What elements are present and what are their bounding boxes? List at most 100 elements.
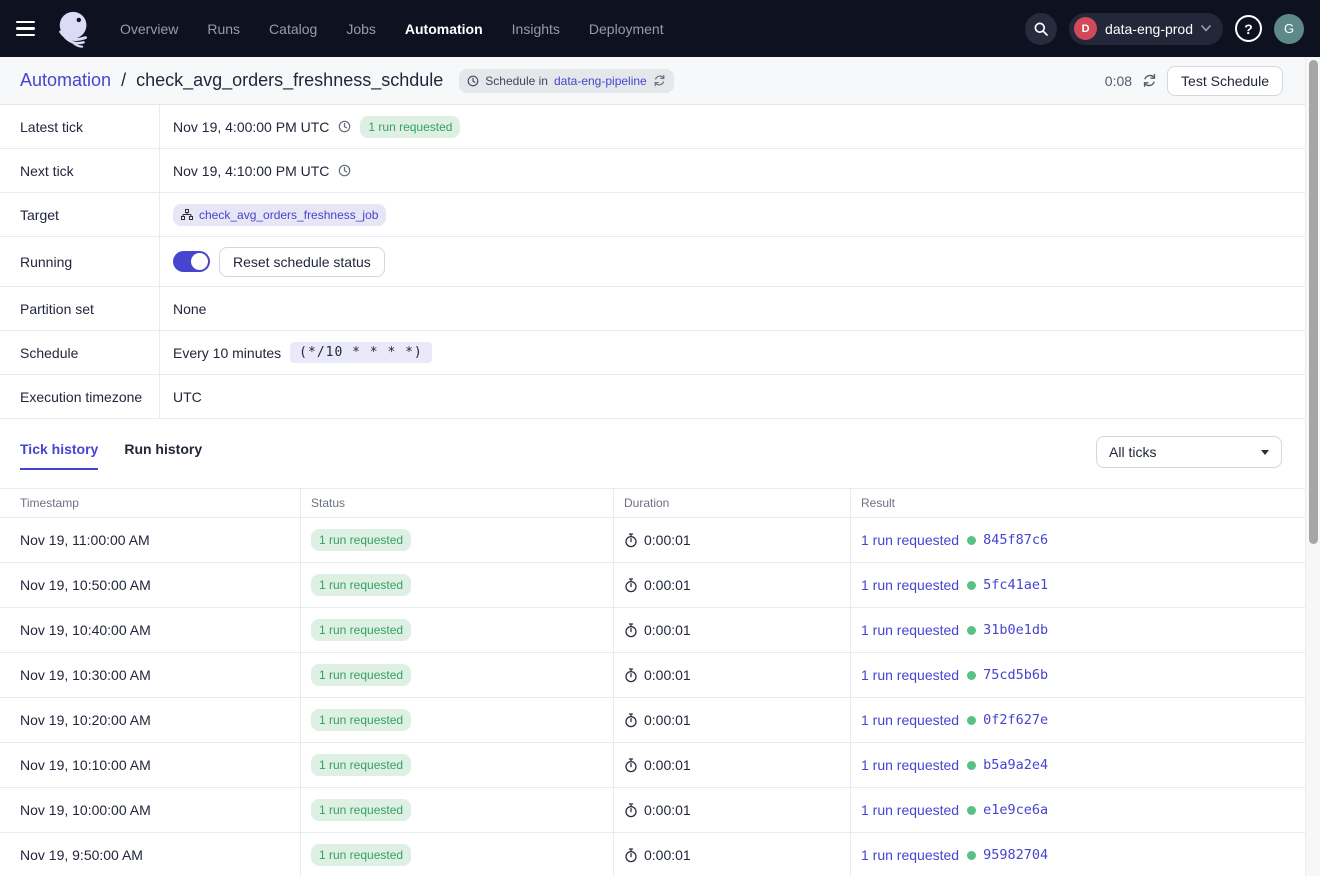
cron-expression: (*/10 * * * *) — [290, 342, 432, 363]
next-tick-time: Nov 19, 4:10:00 PM UTC — [173, 163, 329, 179]
run-status-dot — [967, 581, 976, 590]
job-graph-icon — [181, 209, 193, 221]
run-id-link[interactable]: b5a9a2e4 — [983, 757, 1048, 773]
octopus-logo-icon — [54, 7, 96, 51]
tick-timestamp: Nov 19, 10:30:00 AM — [20, 667, 151, 683]
code-location-link[interactable]: data-eng-pipeline — [554, 74, 647, 88]
tick-timestamp: Nov 19, 10:10:00 AM — [20, 757, 151, 773]
tick-duration: 0:00:01 — [644, 802, 691, 818]
partition-set-label: Partition set — [0, 287, 160, 330]
workspace-switcher[interactable]: D data-eng-prod — [1069, 13, 1223, 45]
tick-status-badge: 1 run requested — [311, 574, 411, 596]
tick-result-link[interactable]: 1 run requested — [861, 757, 959, 773]
col-header-duration: Duration — [613, 489, 850, 517]
schedule-details: Latest tick Nov 19, 4:00:00 PM UTC 1 run… — [0, 105, 1320, 419]
detail-row-timezone: Execution timezone UTC — [0, 375, 1320, 419]
hamburger-menu-icon[interactable] — [16, 15, 44, 43]
detail-row-latest-tick: Latest tick Nov 19, 4:00:00 PM UTC 1 run… — [0, 105, 1320, 149]
reload-location-icon[interactable] — [653, 74, 666, 87]
tick-history-table: Timestamp Status Duration Result Nov 19,… — [0, 488, 1320, 876]
next-tick-label: Next tick — [0, 149, 160, 192]
help-button[interactable]: ? — [1235, 15, 1262, 42]
refresh-icon[interactable] — [1142, 73, 1157, 88]
tick-row: Nov 19, 10:50:00 AM 1 run requested 0:00… — [0, 563, 1320, 608]
run-id-link[interactable]: 5fc41ae1 — [983, 577, 1048, 593]
avatar-initial: G — [1284, 21, 1294, 36]
tick-row: Nov 19, 10:20:00 AM 1 run requested 0:00… — [0, 698, 1320, 743]
nav-item-automation[interactable]: Automation — [405, 21, 483, 37]
detail-row-schedule: Schedule Every 10 minutes (*/10 * * * *) — [0, 331, 1320, 375]
detail-row-running: Running Reset schedule status — [0, 237, 1320, 287]
scrollbar-thumb[interactable] — [1309, 60, 1318, 544]
run-status-dot — [967, 716, 976, 725]
nav-item-runs[interactable]: Runs — [207, 21, 240, 37]
running-toggle[interactable] — [173, 251, 210, 272]
dagster-logo[interactable] — [54, 7, 96, 51]
tick-row: Nov 19, 10:30:00 AM 1 run requested 0:00… — [0, 653, 1320, 698]
tab-run-history[interactable]: Run history — [124, 441, 202, 470]
tick-duration: 0:00:01 — [644, 577, 691, 593]
latest-tick-time: Nov 19, 4:00:00 PM UTC — [173, 119, 329, 135]
tick-result-link[interactable]: 1 run requested — [861, 712, 959, 728]
search-button[interactable] — [1025, 13, 1057, 45]
tick-filter-select[interactable]: All ticks — [1096, 436, 1282, 468]
workspace-initial-badge: D — [1074, 17, 1097, 40]
timezone-label: Execution timezone — [0, 375, 160, 418]
chevron-down-icon — [1201, 25, 1211, 32]
run-status-dot — [967, 536, 976, 545]
breadcrumb-right: 0:08 Test Schedule — [1105, 66, 1283, 96]
detail-row-partition-set: Partition set None — [0, 287, 1320, 331]
latest-tick-label: Latest tick — [0, 105, 160, 148]
vertical-scrollbar — [1305, 57, 1320, 876]
tick-result-link[interactable]: 1 run requested — [861, 532, 959, 548]
tick-result-link[interactable]: 1 run requested — [861, 667, 959, 683]
table-header-row: Timestamp Status Duration Result — [0, 488, 1320, 518]
stopwatch-icon — [624, 848, 638, 863]
tick-status-badge: 1 run requested — [311, 664, 411, 686]
schedule-description: Every 10 minutes — [173, 345, 281, 361]
tick-timestamp: Nov 19, 10:00:00 AM — [20, 802, 151, 818]
nav-item-jobs[interactable]: Jobs — [346, 21, 376, 37]
tick-result-link[interactable]: 1 run requested — [861, 802, 959, 818]
user-avatar[interactable]: G — [1274, 14, 1304, 44]
breadcrumb-bar: Automation / check_avg_orders_freshness_… — [0, 57, 1320, 105]
run-id-link[interactable]: 845f87c6 — [983, 532, 1048, 548]
run-id-link[interactable]: e1e9ce6a — [983, 802, 1048, 818]
nav-item-catalog[interactable]: Catalog — [269, 21, 317, 37]
tab-tick-history[interactable]: Tick history — [20, 441, 98, 470]
target-job-tag[interactable]: check_avg_orders_freshness_job — [173, 204, 386, 226]
tick-timestamp: Nov 19, 10:50:00 AM — [20, 577, 151, 593]
breadcrumb-automation-link[interactable]: Automation — [20, 70, 111, 91]
stopwatch-icon — [624, 758, 638, 773]
primary-nav: Overview Runs Catalog Jobs Automation In… — [120, 21, 664, 37]
page-title: check_avg_orders_freshness_schdule — [136, 70, 443, 91]
stopwatch-icon — [624, 578, 638, 593]
stopwatch-icon — [624, 668, 638, 683]
detail-row-target: Target check_avg_orders_freshness_job — [0, 193, 1320, 237]
nav-item-deployment[interactable]: Deployment — [589, 21, 664, 37]
tick-result-link[interactable]: 1 run requested — [861, 622, 959, 638]
run-id-link[interactable]: 95982704 — [983, 847, 1048, 863]
tick-status-badge: 1 run requested — [311, 754, 411, 776]
test-schedule-button[interactable]: Test Schedule — [1167, 66, 1283, 96]
tick-status-badge: 1 run requested — [311, 709, 411, 731]
run-status-dot — [967, 671, 976, 680]
nav-item-insights[interactable]: Insights — [512, 21, 560, 37]
timezone-value: UTC — [173, 389, 202, 405]
run-id-link[interactable]: 0f2f627e — [983, 712, 1048, 728]
reset-schedule-status-button[interactable]: Reset schedule status — [219, 247, 385, 277]
nav-item-overview[interactable]: Overview — [120, 21, 178, 37]
stopwatch-icon — [624, 713, 638, 728]
tick-row: Nov 19, 9:50:00 AM 1 run requested 0:00:… — [0, 833, 1320, 876]
stopwatch-icon — [624, 533, 638, 548]
tick-result-link[interactable]: 1 run requested — [861, 847, 959, 863]
stopwatch-icon — [624, 803, 638, 818]
clock-icon — [338, 120, 351, 133]
top-navigation-bar: Overview Runs Catalog Jobs Automation In… — [0, 0, 1320, 57]
run-id-link[interactable]: 31b0e1db — [983, 622, 1048, 638]
badge-prefix: Schedule in — [485, 74, 548, 88]
run-id-link[interactable]: 75cd5b6b — [983, 667, 1048, 683]
topbar-right-controls: D data-eng-prod ? G — [1025, 13, 1304, 45]
history-header: Tick history Run history All ticks — [0, 419, 1320, 474]
tick-result-link[interactable]: 1 run requested — [861, 577, 959, 593]
